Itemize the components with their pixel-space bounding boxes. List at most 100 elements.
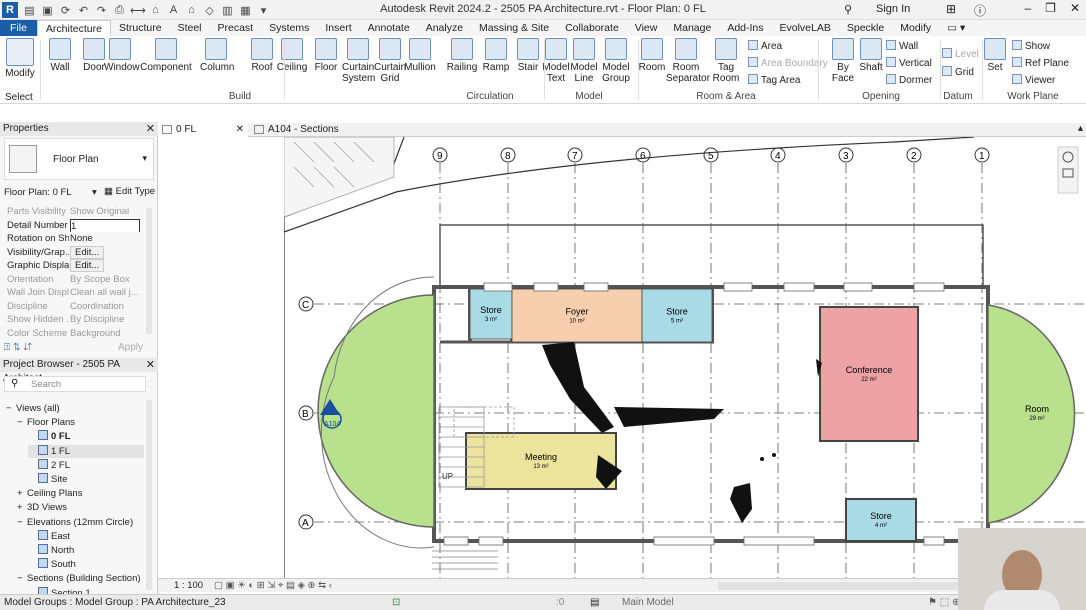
sync-icon[interactable]: ⟳ (58, 4, 73, 17)
browser-item[interactable]: East (28, 529, 70, 543)
property-value[interactable]: Edit... (70, 259, 140, 272)
tab-manage[interactable]: Manage (665, 20, 719, 36)
property-row[interactable]: Show Hidden ... By Discipline (4, 313, 144, 326)
apply-button[interactable]: Apply (118, 342, 143, 353)
tab-modify[interactable]: Modify (892, 20, 939, 36)
measure-icon[interactable]: ⟷ (130, 4, 146, 17)
browser-search-input[interactable]: ⚲ Search (4, 376, 146, 392)
shaft-button[interactable]: Shaft (858, 38, 884, 73)
model-line-button[interactable]: Model Line (568, 38, 600, 84)
collapse-icon[interactable]: − (17, 572, 27, 585)
viewer-button[interactable]: Viewer (1012, 74, 1055, 87)
property-value[interactable]: By Scope Box (70, 273, 140, 286)
tag-icon[interactable]: ⌂ (148, 4, 163, 16)
tab-add-ins[interactable]: Add-Ins (719, 20, 771, 36)
dormer-button[interactable]: Dormer (886, 74, 932, 87)
ceiling-button[interactable]: Ceiling (276, 38, 308, 73)
properties-scrollbar[interactable] (146, 208, 152, 334)
show-button[interactable]: Show (1012, 40, 1050, 53)
property-value[interactable]: By Discipline (70, 313, 140, 326)
property-value[interactable]: 1 (70, 218, 140, 232)
instance-filter[interactable]: Floor Plan: 0 FL (4, 187, 72, 198)
close-properties-icon[interactable]: ✕ (146, 122, 155, 136)
close-hidden-icon[interactable]: ▦ (238, 4, 253, 17)
component-button[interactable]: Component (140, 38, 192, 73)
property-value[interactable]: Clean all wall j... (70, 286, 140, 299)
3d-view-icon[interactable]: ⌂ (184, 4, 199, 16)
property-row[interactable]: Detail Number 1 (4, 218, 144, 232)
tab-file[interactable]: File (0, 20, 37, 36)
browser-item[interactable]: − Floor Plans (17, 416, 75, 429)
close-browser-icon[interactable]: ✕ (146, 358, 155, 372)
tab-precast[interactable]: Precast (210, 20, 262, 36)
tab-systems[interactable]: Systems (261, 20, 317, 36)
close-tab-icon[interactable]: ✕ (236, 123, 244, 137)
thin-lines-icon[interactable]: ▥ (220, 4, 235, 17)
property-row[interactable]: Orientation By Scope Box (4, 273, 144, 286)
tab-speckle[interactable]: Speckle (839, 20, 892, 36)
area-boundary-button[interactable]: Area Boundary (748, 57, 828, 70)
mullion-button[interactable]: Mullion (404, 38, 436, 73)
browser-item[interactable]: 1 FL (28, 444, 144, 458)
panel-label-datum[interactable]: Datum (938, 91, 978, 102)
select-dropdown[interactable]: Select (5, 92, 33, 103)
drawing-canvas[interactable]: 987654321CBA Store 3 m² Foyer 10 m² Stor… (284, 137, 1086, 578)
vertical-button[interactable]: Vertical (886, 57, 932, 70)
expand-icon[interactable]: + (17, 501, 27, 514)
modify-button[interactable]: Modify (4, 38, 36, 79)
set-button[interactable]: Set (982, 38, 1008, 73)
tab-analyze[interactable]: Analyze (418, 20, 471, 36)
property-row[interactable]: Wall Join Displ...Clean all wall j... (4, 286, 144, 299)
panel-label-build[interactable]: Build (200, 91, 280, 102)
browser-item[interactable]: Site (28, 473, 67, 486)
doc-tab-sections[interactable]: A104 - Sections (250, 123, 370, 137)
sign-in-button[interactable]: Sign In (876, 3, 910, 15)
property-value[interactable]: Coordination (70, 300, 140, 313)
opening-wall-button[interactable]: Wall (886, 40, 918, 53)
grid-button[interactable]: Grid (942, 66, 974, 79)
browser-scrollbar[interactable] (146, 400, 152, 590)
curtain-system-button[interactable]: Curtain System (342, 38, 375, 84)
properties-tool-icons[interactable]: ⍐ ⇅ ⇵ (4, 342, 32, 353)
design-option[interactable]: Main Model (622, 595, 674, 610)
browser-item[interactable]: + Ceiling Plans (17, 487, 82, 500)
type-selector[interactable]: Floor Plan ▾ (4, 138, 154, 180)
property-row[interactable]: Discipline Coordination (4, 300, 144, 313)
tab-insert[interactable]: Insert (317, 20, 359, 36)
print-icon[interactable]: ⎙ (112, 4, 127, 17)
edit-type-button[interactable]: ▦ Edit Type (104, 186, 155, 197)
tab-architecture[interactable]: Architecture (36, 20, 111, 36)
selection-icons[interactable]: ⚑ ⬚ ⊕ (928, 595, 960, 610)
tag-area-button[interactable]: Tag Area (748, 74, 800, 87)
panel-label-opening[interactable]: Opening (826, 91, 936, 102)
save-icon[interactable]: ▣ (40, 4, 55, 17)
browser-item[interactable]: 2 FL (28, 458, 70, 472)
tab-overflow-icon[interactable]: ▴ (1078, 123, 1083, 134)
browser-item[interactable]: +3D Views (17, 501, 67, 514)
property-value[interactable]: Background (70, 327, 140, 340)
room-button[interactable]: Room (636, 38, 668, 73)
minimize-icon[interactable]: – (1024, 1, 1031, 15)
browser-item[interactable]: South (28, 558, 76, 571)
by-face-button[interactable]: By Face (830, 38, 856, 84)
text-icon[interactable]: A (166, 4, 181, 16)
property-row[interactable]: Color Scheme ...Background (4, 327, 144, 340)
tab-collaborate[interactable]: Collaborate (557, 20, 627, 36)
property-row[interactable]: Graphic Displa...Edit... (4, 259, 144, 272)
worksets-icon[interactable]: ⊡ (392, 595, 400, 610)
browser-item[interactable]: − Views (all) (6, 402, 60, 415)
collapse-icon[interactable]: − (17, 516, 27, 529)
curtain-grid-button[interactable]: Curtain Grid (374, 38, 406, 84)
tab-options-icon[interactable]: ▭ ▾ (939, 20, 973, 36)
tab-massing-site[interactable]: Massing & Site (471, 20, 557, 36)
collapse-icon[interactable]: − (17, 416, 27, 429)
property-value[interactable]: Edit... (70, 245, 140, 259)
redo-icon[interactable]: ↷ (94, 4, 109, 17)
instance-dropdown[interactable]: ▾ (92, 187, 97, 198)
roof-button[interactable]: Roof (246, 38, 278, 73)
level-button[interactable]: Level (942, 48, 979, 61)
tab-evolvelab[interactable]: EvolveLAB (772, 20, 839, 36)
close-icon[interactable]: ✕ (1070, 1, 1080, 15)
area-button[interactable]: Area (748, 40, 782, 53)
view-control-icons[interactable]: ▢ ▣ ☀ ◐ ⊞ ⇲ ⌖ ▤ ◈ ⊕ ⇆ ‹ (214, 579, 332, 593)
